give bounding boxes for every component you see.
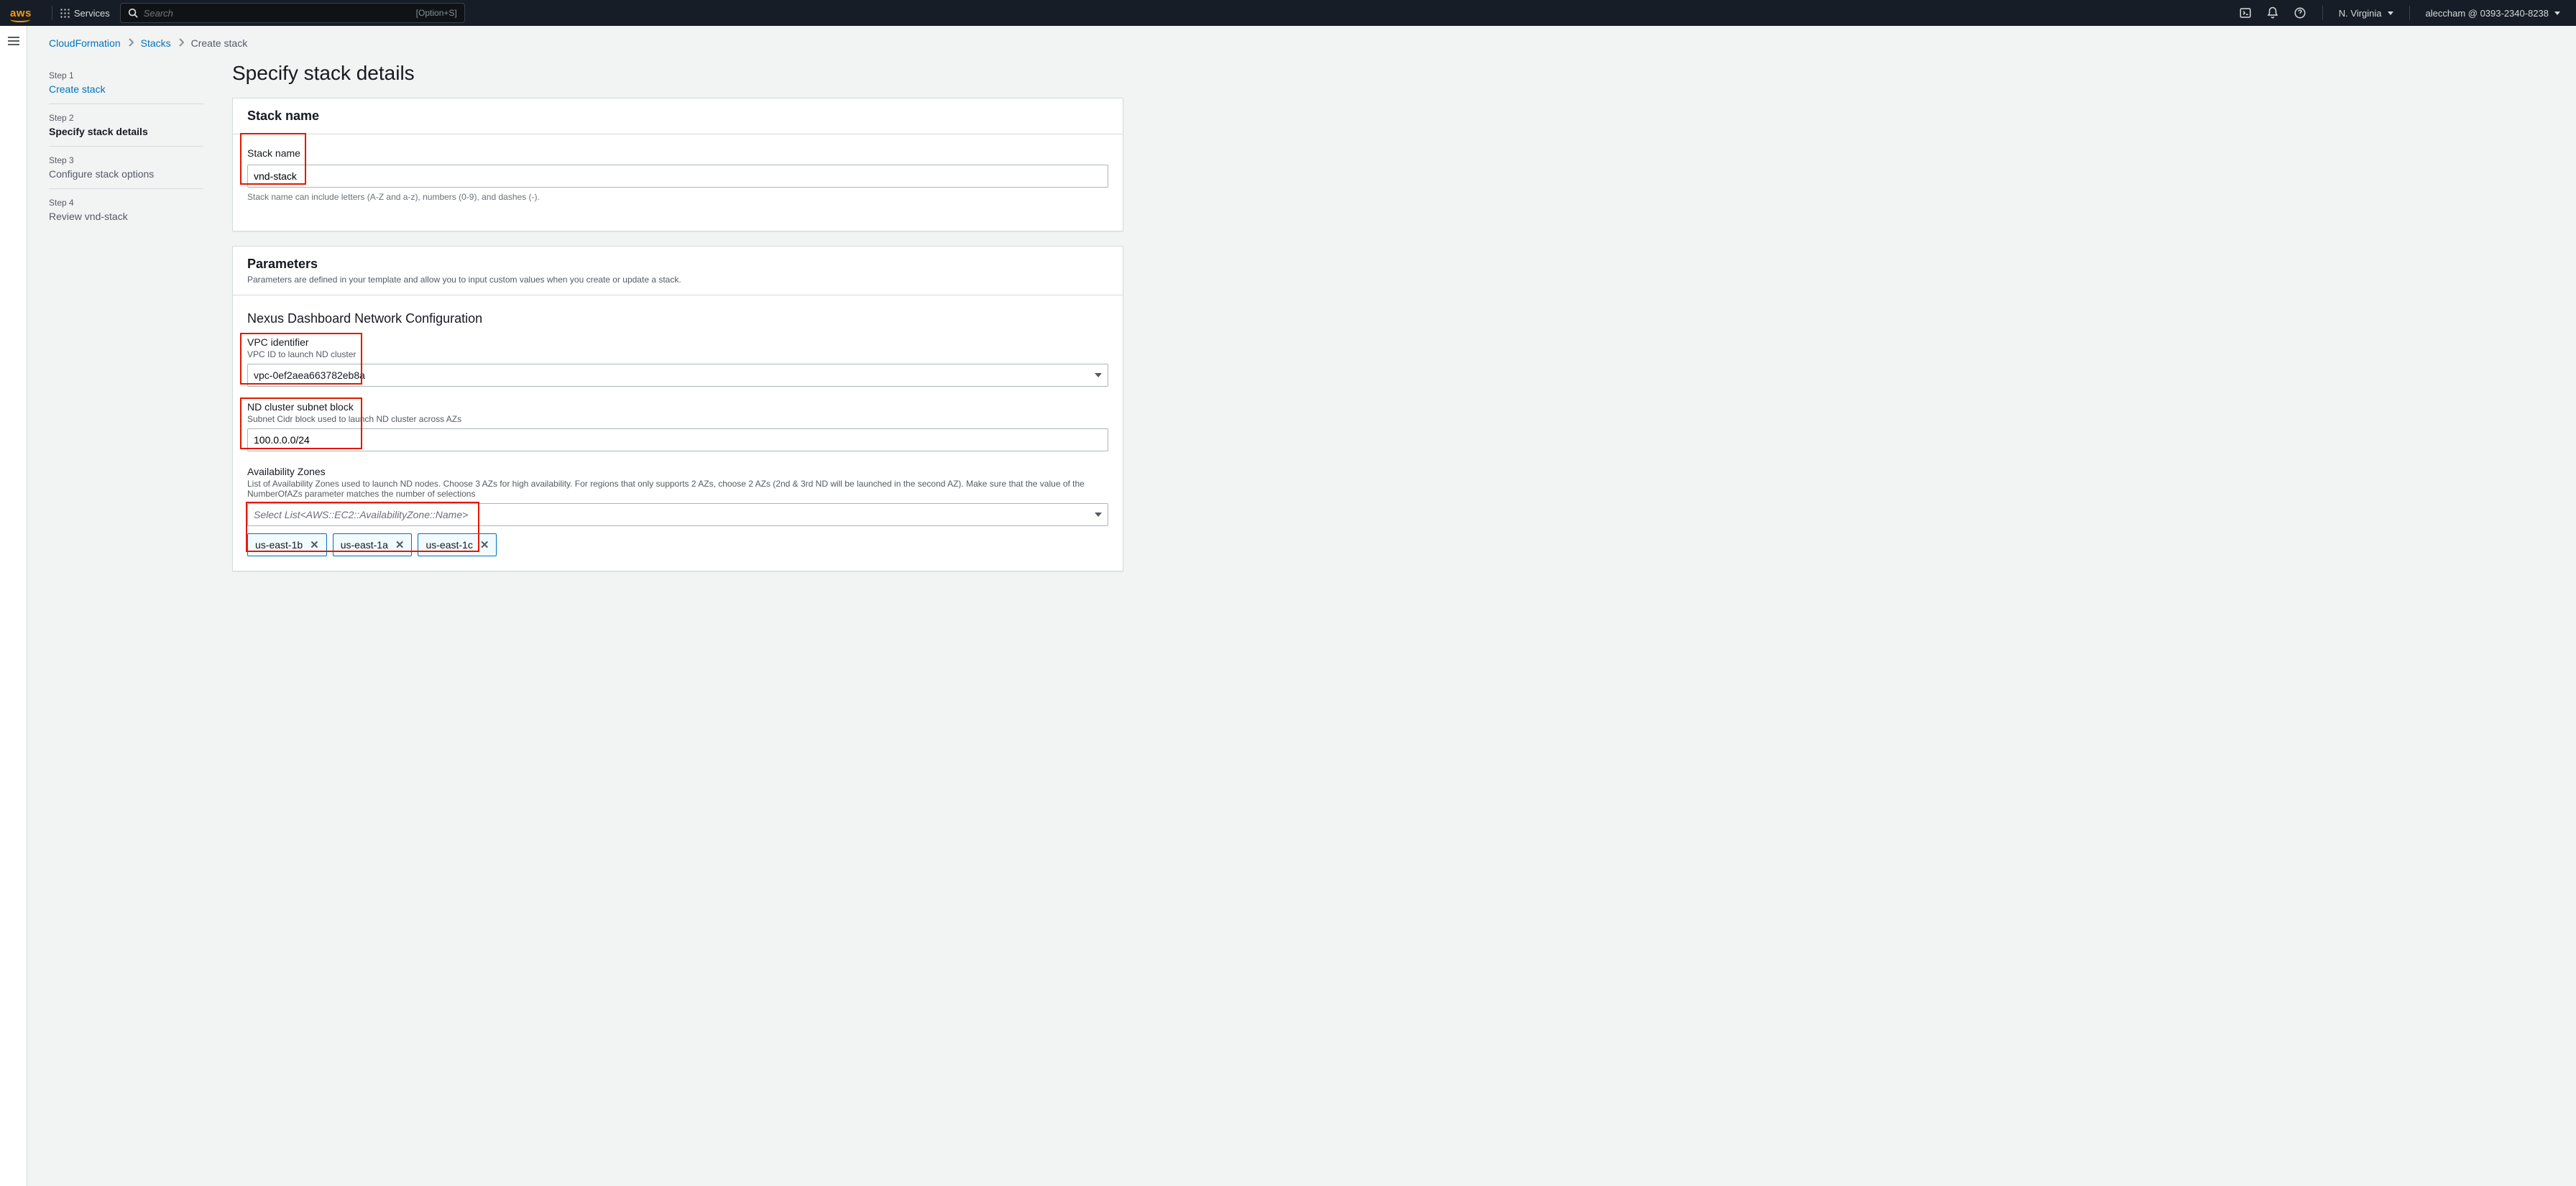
subnet-desc: Subnet Cidr block used to launch ND clus… xyxy=(247,414,1108,424)
step-number: Step 2 xyxy=(49,113,203,123)
step-number: Step 3 xyxy=(49,155,203,165)
panel-body: Stack name Stack name can include letter… xyxy=(233,134,1123,231)
az-token: us-east-1c ✕ xyxy=(418,533,497,556)
parameters-panel: Parameters Parameters are defined in you… xyxy=(232,246,1123,571)
close-icon[interactable]: ✕ xyxy=(480,538,489,551)
vpc-identifier-field: VPC identifier VPC ID to launch ND clust… xyxy=(247,336,1108,387)
wizard-step-1[interactable]: Step 1 Create stack xyxy=(49,62,203,104)
panel-header: Stack name xyxy=(233,98,1123,134)
close-icon[interactable]: ✕ xyxy=(310,538,319,551)
search-box[interactable]: [Option+S] xyxy=(120,3,465,23)
az-select[interactable]: Select List<AWS::EC2::AvailabilityZone::… xyxy=(247,503,1108,526)
account-selector[interactable]: aleccham @ 0393-2340-8238 xyxy=(2420,8,2566,19)
step-number: Step 1 xyxy=(49,70,203,81)
step-name: Configure stack options xyxy=(49,168,203,180)
step-name: Review vnd-stack xyxy=(49,211,203,222)
panel-desc: Parameters are defined in your template … xyxy=(247,275,1108,285)
panel-title: Parameters xyxy=(247,257,1108,272)
notifications-icon[interactable] xyxy=(2260,4,2285,22)
aws-logo[interactable]: aws xyxy=(10,7,32,19)
step-number: Step 4 xyxy=(49,198,203,208)
divider xyxy=(2409,6,2410,20)
breadcrumb-current: Create stack xyxy=(191,37,248,49)
search-icon xyxy=(128,8,138,18)
chevron-right-icon xyxy=(178,37,184,49)
chevron-down-icon xyxy=(1095,512,1102,517)
breadcrumb-link[interactable]: Stacks xyxy=(141,37,171,49)
vpc-desc: VPC ID to launch ND cluster xyxy=(247,349,1108,359)
stack-name-field: Stack name Stack name can include letter… xyxy=(247,147,1108,202)
region-label: N. Virginia xyxy=(2339,8,2382,19)
services-menu-button[interactable]: Services xyxy=(60,8,110,19)
page-body: CloudFormation Stacks Create stack Step … xyxy=(0,26,2576,1186)
step-name: Create stack xyxy=(49,83,203,95)
az-tokens: us-east-1b ✕ us-east-1a ✕ us-east-1c xyxy=(247,533,1108,556)
subnet-input[interactable] xyxy=(247,428,1108,451)
services-label: Services xyxy=(74,8,110,19)
section-heading: Nexus Dashboard Network Configuration xyxy=(247,311,1108,326)
hamburger-icon[interactable] xyxy=(8,37,19,45)
az-placeholder: Select List<AWS::EC2::AvailabilityZone::… xyxy=(254,509,468,520)
vpc-select[interactable]: vpc-0ef2aea663782eb8a xyxy=(247,364,1108,387)
divider xyxy=(2322,6,2323,20)
wizard-nav: Step 1 Create stack Step 2 Specify stack… xyxy=(49,62,203,586)
account-label: aleccham @ 0393-2340-8238 xyxy=(2426,8,2549,19)
az-desc: List of Availability Zones used to launc… xyxy=(247,479,1108,499)
stack-name-label: Stack name xyxy=(247,147,1108,159)
az-select-wrap: Select List<AWS::EC2::AvailabilityZone::… xyxy=(247,503,1108,556)
chevron-down-icon xyxy=(2554,12,2560,15)
close-icon[interactable]: ✕ xyxy=(395,538,405,551)
chevron-down-icon xyxy=(2388,12,2393,15)
az-label: Availability Zones xyxy=(247,466,1108,477)
breadcrumb-link[interactable]: CloudFormation xyxy=(49,37,121,49)
step-name: Specify stack details xyxy=(49,126,203,137)
vpc-label: VPC identifier xyxy=(247,336,1108,348)
az-token: us-east-1b ✕ xyxy=(247,533,327,556)
chevron-right-icon xyxy=(128,37,134,49)
nav-right: N. Virginia aleccham @ 0393-2340-8238 xyxy=(2233,4,2566,22)
wizard-step-2: Step 2 Specify stack details xyxy=(49,104,203,147)
vpc-value: vpc-0ef2aea663782eb8a xyxy=(254,369,365,381)
search-shortcut: [Option+S] xyxy=(416,8,457,18)
stack-name-input[interactable] xyxy=(247,165,1108,188)
form-column: Specify stack details Stack name Stack n… xyxy=(232,62,1123,586)
token-label: us-east-1a xyxy=(341,539,388,551)
chevron-down-icon xyxy=(1095,373,1102,377)
side-panel-toggle xyxy=(0,26,27,1186)
content-row: Step 1 Create stack Step 2 Specify stack… xyxy=(49,62,2554,586)
subnet-block-field: ND cluster subnet block Subnet Cidr bloc… xyxy=(247,401,1108,451)
main-column: CloudFormation Stacks Create stack Step … xyxy=(27,26,2576,1186)
panel-header: Parameters Parameters are defined in you… xyxy=(233,247,1123,295)
subnet-label: ND cluster subnet block xyxy=(247,401,1108,413)
grid-icon xyxy=(60,8,70,18)
panel-body: Nexus Dashboard Network Configuration VP… xyxy=(233,295,1123,571)
panel-title: Stack name xyxy=(247,109,1108,124)
wizard-step-4: Step 4 Review vnd-stack xyxy=(49,189,203,231)
cloudshell-icon[interactable] xyxy=(2233,4,2258,22)
page-title: Specify stack details xyxy=(232,62,1123,85)
breadcrumb: CloudFormation Stacks Create stack xyxy=(49,37,2554,49)
help-icon[interactable] xyxy=(2288,4,2312,22)
stack-name-panel: Stack name Stack name Stack name can inc… xyxy=(232,98,1123,231)
wizard-step-3: Step 3 Configure stack options xyxy=(49,147,203,189)
stack-name-hint: Stack name can include letters (A-Z and … xyxy=(247,192,1108,202)
search-input[interactable] xyxy=(144,8,416,19)
az-token: us-east-1a ✕ xyxy=(333,533,413,556)
region-selector[interactable]: N. Virginia xyxy=(2333,8,2399,19)
availability-zones-field: Availability Zones List of Availability … xyxy=(247,466,1108,556)
top-nav: aws Services [Option+S] N. Virgi xyxy=(0,0,2576,26)
token-label: us-east-1c xyxy=(426,539,472,551)
token-label: us-east-1b xyxy=(255,539,303,551)
